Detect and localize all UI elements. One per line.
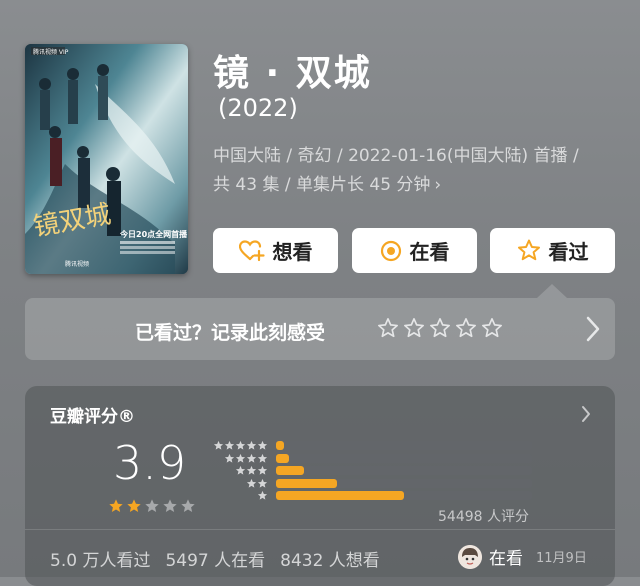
poster-tagline: 今日20点全网首播 — [119, 229, 188, 239]
watching-button[interactable]: 在看 — [352, 228, 477, 273]
rate-prompt-text: 已看过？记录此刻感受 — [135, 322, 326, 344]
poster-platform: 腾讯视频 — [65, 260, 89, 268]
friend-date: 11月9日 — [536, 551, 587, 566]
distribution-bar-3 — [276, 466, 305, 475]
star-empty-icon — [162, 498, 178, 518]
distribution-star-icon — [224, 453, 235, 463]
distribution-bar-4 — [276, 453, 289, 463]
distribution-stars-2 — [208, 478, 268, 489]
distribution-star-icon — [246, 440, 257, 450]
watching-count: 5497 人在看 — [165, 551, 266, 571]
distribution-bar-5 — [276, 441, 284, 450]
audience-stats: 5.0 万人看过 5497 人在看 8432 人想看 — [50, 546, 380, 571]
avatar — [458, 544, 482, 569]
distribution-star-icon — [224, 440, 235, 450]
chevron-right-icon[interactable] — [580, 404, 592, 428]
page-title: 镜 · 双城 — [213, 53, 372, 94]
friend-status: 在看 — [489, 549, 523, 569]
meta-line-2: 共 43 集 / 单集片长 45 分钟 › — [213, 171, 623, 200]
distribution-bar-1 — [276, 491, 404, 500]
distribution-star-icon — [257, 453, 268, 463]
want-button[interactable]: 想看 — [213, 228, 338, 273]
release-year: (2022) — [218, 94, 298, 122]
poster-image[interactable]: 镜双城 腾讯视频 VIP 今日20点全网首播 腾讯视频 — [25, 44, 188, 274]
chevron-right-icon[interactable] — [584, 314, 602, 348]
watching-label: 在看 — [409, 240, 450, 264]
rate-star-icon[interactable] — [455, 317, 477, 343]
star-outline-icon — [517, 239, 541, 262]
heart-plus-icon — [238, 239, 265, 262]
distribution-stars-4 — [208, 453, 268, 464]
meta-line-2-text: 共 43 集 / 单集片长 45 分钟 — [213, 175, 431, 195]
distribution-track — [276, 466, 532, 475]
distribution-star-icon — [235, 453, 246, 463]
divider — [25, 529, 615, 530]
want-label: 想看 — [272, 240, 313, 264]
distribution-star-icon — [235, 440, 246, 450]
distribution-star-icon — [257, 465, 268, 475]
distribution-stars-3 — [208, 465, 268, 476]
movie-meta[interactable]: 中国大陆 / 奇幻 / 2022-01-16(中国大陆) 首播 / 共 43 集… — [213, 142, 623, 200]
distribution-track — [276, 453, 532, 463]
distribution-star-icon — [246, 465, 257, 475]
distribution-track — [276, 441, 532, 450]
star-filled-icon — [108, 498, 124, 518]
friend-activity[interactable]: 在看 11月9日 — [458, 544, 587, 569]
score-value: 3.9 — [113, 436, 187, 490]
score-stars — [108, 498, 196, 518]
star-filled-icon — [126, 498, 142, 518]
rate-star-icon[interactable] — [429, 317, 451, 343]
distribution-stars-1 — [208, 490, 268, 501]
distribution-star-icon — [257, 478, 268, 488]
watched-label: 看过 — [548, 240, 589, 264]
want-count: 8432 人想看 — [280, 551, 380, 571]
rate-star-icon[interactable] — [481, 317, 503, 343]
meta-line-1: 中国大陆 / 奇幻 / 2022-01-16(中国大陆) 首播 / — [213, 146, 579, 166]
watched-button[interactable]: 看过 — [490, 228, 615, 273]
poster-art: 镜双城 腾讯视频 VIP 今日20点全网首播 腾讯视频 — [25, 44, 188, 274]
distribution-star-icon — [257, 440, 268, 450]
rate-star-icon[interactable] — [377, 317, 399, 343]
rating-count: 54498 人评分 — [438, 509, 529, 525]
chevron-right-icon: › — [434, 175, 442, 195]
distribution-star-icon — [246, 453, 257, 463]
distribution-bar-2 — [276, 478, 338, 488]
distribution-stars-5 — [208, 440, 268, 451]
rate-star-input[interactable] — [377, 317, 503, 343]
distribution-star-icon — [213, 440, 224, 450]
distribution-star-icon — [246, 478, 257, 488]
rate-star-icon[interactable] — [403, 317, 425, 343]
score-card-title: 豆瓣评分® — [50, 407, 135, 427]
rate-panel-pointer — [537, 284, 567, 298]
distribution-star-icon — [235, 465, 246, 475]
watching-dot-icon — [380, 240, 402, 262]
star-empty-icon — [144, 498, 160, 518]
watched-count: 5.0 万人看过 — [50, 551, 151, 571]
star-empty-icon — [180, 498, 196, 518]
poster-badge: 腾讯视频 VIP — [33, 48, 69, 56]
distribution-star-icon — [257, 490, 268, 500]
